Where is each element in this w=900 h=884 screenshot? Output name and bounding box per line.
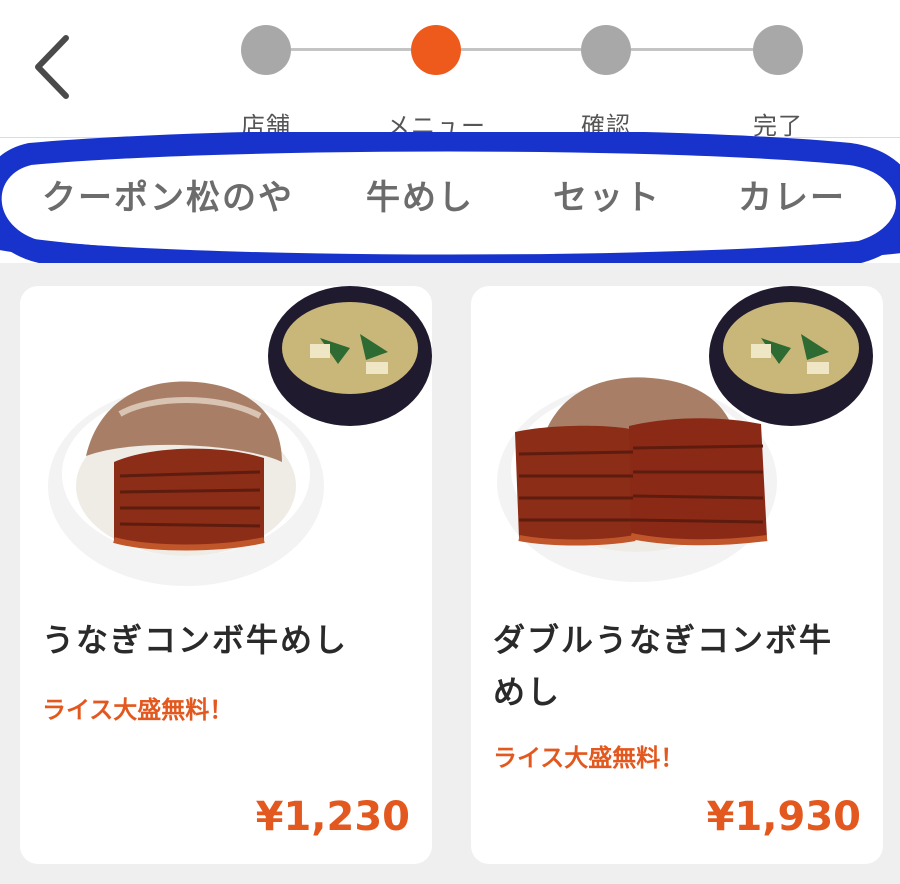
step-connector bbox=[291, 48, 411, 51]
order-stepper-header: 店舗 メニュー 確認 完了 bbox=[0, 0, 900, 140]
product-name: うなぎコンボ牛めし bbox=[42, 621, 349, 659]
product-name: ダブルうなぎコンボ牛めし bbox=[493, 621, 834, 711]
product-price: ¥1,930 bbox=[706, 794, 861, 840]
product-promo: ライス大盛無料！ bbox=[42, 696, 234, 724]
step-dot-confirm bbox=[581, 25, 631, 75]
product-promo: ライス大盛無料！ bbox=[493, 744, 685, 772]
product-card[interactable]: ダブルうなぎコンボ牛めし ライス大盛無料！ ¥1,930 bbox=[471, 286, 883, 864]
step-connector bbox=[631, 48, 753, 51]
tab-gyumeshi[interactable]: 牛めし bbox=[366, 170, 474, 219]
step-dot-menu bbox=[411, 25, 461, 75]
step-dot-complete bbox=[753, 25, 803, 75]
step-label-confirm: 確認 bbox=[581, 112, 631, 140]
step-label-menu: メニュー bbox=[386, 112, 486, 140]
tab-set[interactable]: セット bbox=[553, 170, 661, 219]
product-price: ¥1,230 bbox=[255, 794, 410, 840]
step-label-store: 店舗 bbox=[241, 112, 291, 140]
product-card[interactable]: うなぎコンボ牛めし ライス大盛無料！ ¥1,230 bbox=[20, 286, 432, 864]
product-image bbox=[48, 286, 432, 586]
step-label-complete: 完了 bbox=[753, 112, 803, 140]
back-button[interactable] bbox=[26, 30, 82, 104]
chevron-left-icon bbox=[35, 35, 69, 99]
step-dot-store bbox=[241, 25, 291, 75]
tab-curry[interactable]: カレー bbox=[738, 170, 846, 219]
tab-coupon-matsunoya[interactable]: クーポン松のや bbox=[42, 170, 294, 219]
step-connector bbox=[461, 48, 581, 51]
product-image bbox=[497, 286, 873, 582]
